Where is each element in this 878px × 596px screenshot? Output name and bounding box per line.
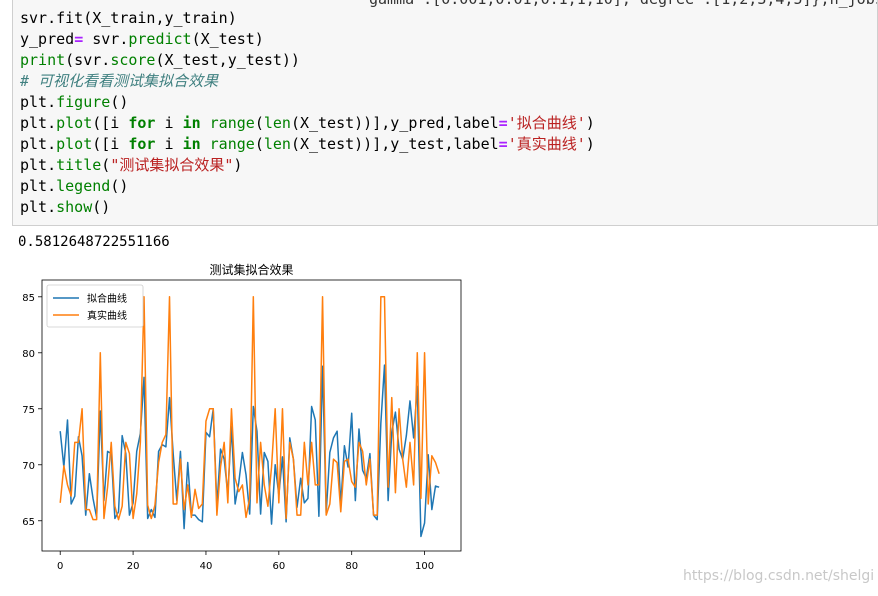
code-line: plt.title("测试集拟合效果") [20, 155, 595, 176]
y-tick-label: 80 [22, 349, 35, 360]
code-token: svr. [83, 30, 129, 48]
code-token: y_pred [20, 30, 75, 48]
code-editor[interactable]: svr.fit(X_train,y_train) y_pred= svr.pred… [20, 8, 595, 218]
code-token: (X_test,y_test)) [155, 51, 300, 69]
code-token: range [209, 114, 255, 132]
code-line: plt.show() [20, 197, 595, 218]
code-token: = [498, 114, 508, 132]
legend-label: 拟合曲线 [87, 292, 127, 305]
code-line: # 可视化看看测试集拟合效果 [20, 71, 595, 92]
code-token: (X_train,y_train) [83, 9, 237, 27]
series-line-0 [59, 364, 440, 538]
code-line: plt.figure() [20, 92, 595, 113]
code-token: plt. [20, 114, 57, 132]
code-token: '拟合曲线' [507, 114, 586, 132]
code-line: plt.plot([i for i in range(len(X_test))]… [20, 134, 595, 155]
code-line: plt.plot([i for i in range(len(X_test))]… [20, 113, 595, 134]
code-token: = [74, 30, 84, 48]
y-tick-label: 85 [22, 293, 35, 304]
code-token: figure [56, 93, 111, 111]
code-token: in [182, 135, 201, 153]
code-token: for [128, 114, 156, 132]
code-token: (X_test))],y_test,label [290, 135, 499, 153]
code-token: "测试集拟合效果" [110, 156, 234, 174]
code-token: ) [233, 156, 243, 174]
code-token: plt. [20, 177, 57, 195]
x-tick-label: 60 [272, 561, 285, 572]
code-token: () [110, 177, 129, 195]
code-token: . [47, 9, 57, 27]
code-token: (svr. [65, 51, 111, 69]
code-token: len [263, 114, 291, 132]
code-token: ) [585, 135, 595, 153]
code-token: ([i [92, 135, 129, 153]
code-token: '真实曲线' [507, 135, 586, 153]
code-token: = [498, 135, 508, 153]
code-token: score [110, 51, 156, 69]
code-token: (X_test))],y_pred,label [290, 114, 499, 132]
code-token: len [263, 135, 291, 153]
code-token: plot [56, 135, 93, 153]
code-token: svr [20, 9, 48, 27]
code-token: show [56, 198, 93, 216]
code-token: (X_test) [191, 30, 264, 48]
y-tick-label: 75 [22, 405, 35, 416]
code-token: plt. [20, 135, 57, 153]
code-token: ( [101, 156, 111, 174]
x-tick-label: 20 [127, 561, 140, 572]
code-line: plt.legend() [20, 176, 595, 197]
code-token: plot [56, 114, 93, 132]
code-token: i [155, 114, 183, 132]
code-token: () [110, 93, 129, 111]
code-token: range [209, 135, 255, 153]
code-token: ( [254, 114, 264, 132]
code-token: in [182, 114, 201, 132]
x-tick-label: 100 [415, 561, 434, 572]
chart-output: 测试集拟合效果 0 20 40 60 80 100 65 70 75 80 85 拟合曲线真实曲线 [0, 255, 480, 590]
code-token: legend [56, 177, 111, 195]
y-tick-label: 70 [22, 461, 35, 472]
code-line: print(svr.score(X_test,y_test)) [20, 50, 595, 71]
code-token: title [56, 156, 102, 174]
line-chart: 测试集拟合效果 0 20 40 60 80 100 65 70 75 80 85 拟合曲线真实曲线 [22, 262, 462, 572]
code-token: ) [585, 114, 595, 132]
x-tick-label: 80 [345, 561, 358, 572]
code-token: predict [128, 30, 192, 48]
code-cell[interactable]: gamma':[0.001,0.01,0.1,1,10], degree':[1… [12, 0, 878, 226]
code-token: plt. [20, 156, 57, 174]
y-tick-label: 65 [22, 517, 35, 528]
score-output: 0.5812648722551166 [18, 234, 170, 250]
code-line: y_pred= svr.predict(X_test) [20, 29, 595, 50]
chart-title: 测试集拟合效果 [209, 262, 293, 277]
code-token: i [155, 135, 183, 153]
code-token: plt. [20, 198, 57, 216]
code-line: svr.fit(X_train,y_train) [20, 8, 595, 29]
code-token: fit [56, 9, 84, 27]
code-token: ( [254, 135, 264, 153]
code-token: print [20, 51, 66, 69]
code-token: () [92, 198, 111, 216]
watermark: https://blog.csdn.net/shelgi [683, 568, 875, 584]
code-token: ([i [92, 114, 129, 132]
legend-label: 真实曲线 [87, 309, 127, 322]
code-token: plt. [20, 93, 57, 111]
x-tick-label: 0 [57, 561, 63, 572]
x-tick-label: 40 [200, 561, 213, 572]
code-token: # 可视化看看测试集拟合效果 [20, 72, 219, 90]
code-token: for [128, 135, 156, 153]
